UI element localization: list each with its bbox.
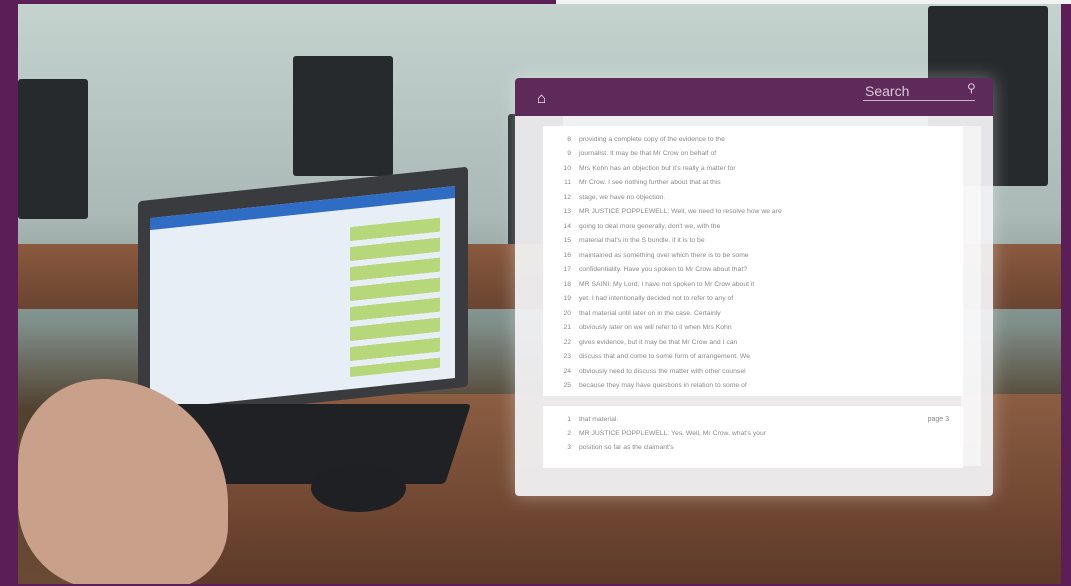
search-placeholder: Search	[865, 83, 910, 99]
computer-mouse	[311, 464, 406, 512]
laptop-display	[150, 186, 455, 411]
line-text: Mr Crow. I see nothing further about tha…	[579, 179, 721, 187]
line-text: discuss that and come to some form of ar…	[579, 353, 751, 361]
line-number: 13	[563, 208, 571, 216]
transcript-line: 13 MR JUSTICE POPPLEWELL: Well, we need t…	[543, 205, 963, 220]
line-text: Mrs Kohn has an objection but it's reall…	[579, 164, 736, 172]
line-number: 21	[563, 324, 571, 332]
line-number: 8	[567, 135, 571, 143]
transcript-line: 20 that material until later on in the ca…	[543, 306, 963, 321]
transcript-line: 24 obviously need to discuss the matter w…	[543, 364, 963, 379]
line-text: that material until later on in the case…	[579, 309, 721, 317]
transcript-overlay-panel: ⌂ Search ⚲ 8 providing a complete copy of…	[515, 78, 993, 496]
line-text: maintained as something over which there…	[579, 251, 749, 259]
line-number: 19	[563, 295, 571, 303]
line-text: material that's in the S bundle, if it i…	[579, 237, 705, 245]
line-number: 16	[563, 251, 571, 259]
line-text: MR JUSTICE POPPLEWELL: Yes. Well, Mr Cro…	[579, 429, 767, 437]
transcript-line: 2 MR JUSTICE POPPLEWELL: Yes. Well, Mr Cr…	[543, 426, 963, 440]
transcript-line: 23 discuss that and come to some form of …	[543, 350, 963, 365]
line-text: stage, we have no objection.	[579, 193, 666, 201]
transcript-lines: 8 providing a complete copy of the eviden…	[543, 132, 963, 393]
overlay-body: 8 providing a complete copy of the eviden…	[515, 116, 993, 496]
line-text: yet. I had intentionally decided not to …	[579, 295, 734, 303]
transcript-line: 19 yet. I had intentionally decided not t…	[543, 292, 963, 307]
line-number: 24	[563, 367, 571, 375]
line-number: 2	[567, 429, 571, 437]
scrollbar[interactable]	[961, 126, 981, 466]
line-number: 10	[563, 164, 571, 172]
search-icon[interactable]: ⚲	[967, 82, 979, 94]
transcript-line: 16 maintained as something over which the…	[543, 248, 963, 263]
line-text: confidentiality. Have you spoken to Mr C…	[579, 266, 747, 274]
overlay-header: ⌂ Search ⚲	[515, 78, 993, 116]
search-input[interactable]: Search ⚲	[863, 82, 976, 101]
line-text: because they may have questions in relat…	[579, 382, 747, 390]
transcript-line: 21 obviously later on we will refer to it…	[543, 321, 963, 336]
line-text: obviously need to discuss the matter wit…	[579, 367, 746, 375]
line-text: gives evidence, but it may be that Mr Cr…	[579, 338, 738, 346]
line-text: journalist. It may be that Mr Crow on be…	[579, 150, 717, 158]
transcript-lines: 1 that material. 2 MR JUSTICE POPPLEWELL: Y…	[543, 412, 963, 454]
transcript-line: 14 going to deal more generally, don't we…	[543, 219, 963, 234]
line-number: 14	[563, 222, 571, 230]
line-number: 18	[563, 280, 571, 288]
transcript-line: 10 Mrs Kohn has an objection but it's rea…	[543, 161, 963, 176]
line-text: position so far as the claimant's	[579, 443, 674, 451]
line-text: providing a complete copy of the evidenc…	[579, 135, 725, 143]
transcript-line: 9 journalist. It may be that Mr Crow on b…	[543, 147, 963, 162]
line-text: obviously later on we will refer to it w…	[579, 324, 732, 332]
line-text: MR SAINI: My Lord, I have not spoken to …	[579, 280, 755, 288]
line-number: 23	[563, 353, 571, 361]
line-text: that material.	[579, 415, 619, 423]
highlighted-notes	[350, 217, 440, 378]
transcript-line: 25 because they may have questions in rel…	[543, 379, 963, 394]
transcript-line: 8 providing a complete copy of the eviden…	[543, 132, 963, 147]
transcript-line: 11 Mr Crow. I see nothing further about t…	[543, 176, 963, 191]
line-number: 9	[567, 150, 571, 158]
line-text: MR JUSTICE POPPLEWELL: Well, we need to …	[579, 208, 782, 216]
line-number: 15	[563, 237, 571, 245]
image-frame: ⌂ Search ⚲ 8 providing a complete copy of…	[0, 0, 1071, 586]
transcript-line: 1 that material.	[543, 412, 963, 426]
page-number: page 3	[927, 416, 949, 423]
transcript-line: 17 confidentiality. Have you spoken to Mr…	[543, 263, 963, 278]
line-number: 17	[563, 266, 571, 274]
line-number: 11	[563, 179, 571, 187]
transcript-next-page: 1 that material. 2 MR JUSTICE POPPLEWELL: Y…	[543, 406, 963, 468]
line-number: 12	[563, 193, 571, 201]
transcript-line: 22 gives evidence, but it may be that Mr …	[543, 335, 963, 350]
transcript-line: 18 MR SAINI: My Lord, I have not spoken t…	[543, 277, 963, 292]
line-number: 25	[563, 382, 571, 390]
background-monitor	[293, 56, 393, 176]
background-monitor	[18, 79, 88, 219]
line-number: 22	[563, 338, 571, 346]
laptop-screen	[138, 166, 468, 422]
transcript-line: 15 material that's in the S bundle, if it…	[543, 234, 963, 249]
home-icon[interactable]: ⌂	[537, 91, 553, 107]
line-text: going to deal more generally, don't we, …	[579, 222, 721, 230]
transcript-line: 12 stage, we have no objection.	[543, 190, 963, 205]
transcript-page: 8 providing a complete copy of the eviden…	[543, 126, 963, 396]
line-number: 3	[567, 443, 571, 451]
line-number: 1	[567, 415, 571, 423]
line-number: 20	[563, 309, 571, 317]
transcript-line: 3 position so far as the claimant's	[543, 440, 963, 454]
